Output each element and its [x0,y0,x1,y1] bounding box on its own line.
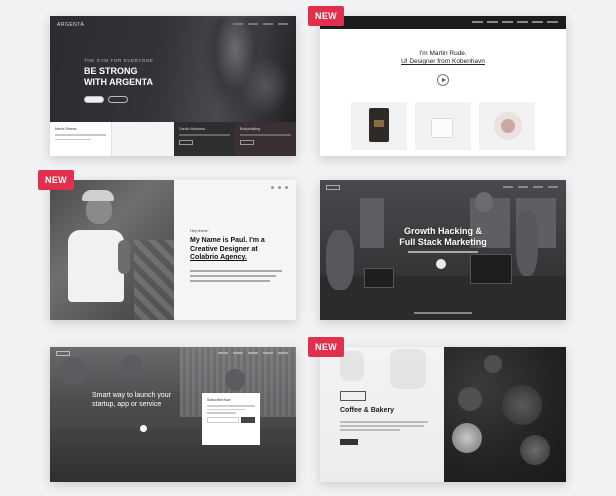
page-title: Coffee & Bakery [340,407,395,414]
secondary-button[interactable] [108,96,128,103]
hero-headline: BE STRONG WITH ARGENTA [84,66,153,88]
bowl [458,387,482,411]
wall-pattern [134,240,174,320]
site-logo [340,391,366,401]
headline-line-2: startup, app or service [92,401,162,408]
person-head [225,369,245,391]
footer-line [414,312,472,314]
demo-card-paul[interactable]: Hey there! My Name is Paul. I'm a Creati… [50,180,296,320]
hero-kicker: THE GYM FOR EVERYONE [84,58,154,63]
primary-button[interactable] [84,96,104,103]
monitor [364,268,394,288]
site-logo [56,351,70,356]
headline-line-1: Smart way to launch your [92,392,171,399]
title-line-3: Colabrio Agency. [190,254,247,261]
feature-item: Bodybuilding [235,122,296,156]
new-badge: NEW [308,337,344,357]
feature-item: Cardio Workouts [174,122,235,156]
subscribe-form: Subscribe Now [202,393,260,445]
top-bar [320,16,566,29]
headline-line-2: Full Stack Marketing [399,237,487,247]
demo-card-growth[interactable]: Growth Hacking & Full Stack Marketing [320,180,566,320]
bowl [520,435,550,465]
cup-image [494,112,522,140]
content-panel: Coffee & Bakery [320,347,444,482]
site-logo [326,185,340,190]
demo-card-startup[interactable]: Smart way to launch your startup, app or… [50,347,296,482]
headline-line-1: BE STRONG [84,66,138,76]
headline-line-1: Growth Hacking & [403,226,482,236]
nav-menu[interactable] [218,352,288,354]
person-cap [82,190,114,201]
person-head [120,355,142,379]
feature-title: Cardio Workouts [179,127,206,131]
intro-text: I'm Martin Rude. UI Designer from Kobenh… [320,50,566,66]
subscribe-button[interactable] [241,416,255,423]
headline-line-2: WITH ARGENTA [84,77,153,87]
monitor [470,254,512,284]
feature-title: Bodybuilding [240,127,261,131]
social-icons[interactable] [271,186,288,189]
bowl [502,385,542,425]
map-thumbnail [112,122,174,156]
nav-menu[interactable] [503,186,558,188]
description [340,421,430,433]
greeting: Hey there! [190,228,209,233]
site-logo: ARGENTA [57,22,85,28]
tagline [408,251,478,253]
intro-line-2: UI Designer from Kobenhavn [401,58,485,65]
cta-button[interactable] [340,439,358,445]
nav-menu[interactable] [233,23,288,25]
title-line-2: Creative Designer at [190,245,258,253]
demo-card-argenta[interactable]: ARGENTA THE GYM FOR EVERYONE BE STRONG W… [50,16,296,156]
coffee-bag-image [369,108,389,142]
new-badge: NEW [308,6,344,26]
bowl [452,423,482,453]
portrait-photo [50,180,174,320]
title-line-1: My Name is Paul. I'm a [190,237,265,244]
new-badge: NEW [38,170,74,190]
intro-line-1: I'm Martin Rude. [419,50,467,57]
hero-headline: Smart way to launch your startup, app or… [92,391,212,409]
email-field[interactable] [207,416,239,423]
intro-title: My Name is Paul. I'm a Creative Designer… [190,237,290,263]
feature-button[interactable] [240,139,254,145]
person-shirt [68,230,124,302]
feature-item: Men's Fitness [50,122,112,156]
intro-description [190,270,282,285]
play-icon[interactable] [436,259,446,269]
play-icon[interactable] [437,74,449,86]
athlete-shadow [240,56,290,116]
food-photo [444,347,566,482]
mug-image [431,118,453,138]
play-icon[interactable] [140,425,147,432]
person-head [475,192,493,212]
nav-menu[interactable] [472,21,558,23]
person-arm [118,240,130,274]
bowl [484,355,502,373]
background-object [390,349,426,389]
hero-headline: Growth Hacking & Full Stack Marketing [320,226,566,248]
demo-card-coffee[interactable]: Coffee & Bakery [320,347,566,482]
feature-title: Men's Fitness [55,127,77,131]
form-title: Subscribe Now [207,398,231,402]
demo-card-martin-rude[interactable]: I'm Martin Rude. UI Designer from Kobenh… [320,16,566,156]
person-head [60,357,86,385]
feature-strip: Men's Fitness Cardio Workouts Bodybuildi… [50,122,296,156]
feature-button[interactable] [179,139,193,145]
